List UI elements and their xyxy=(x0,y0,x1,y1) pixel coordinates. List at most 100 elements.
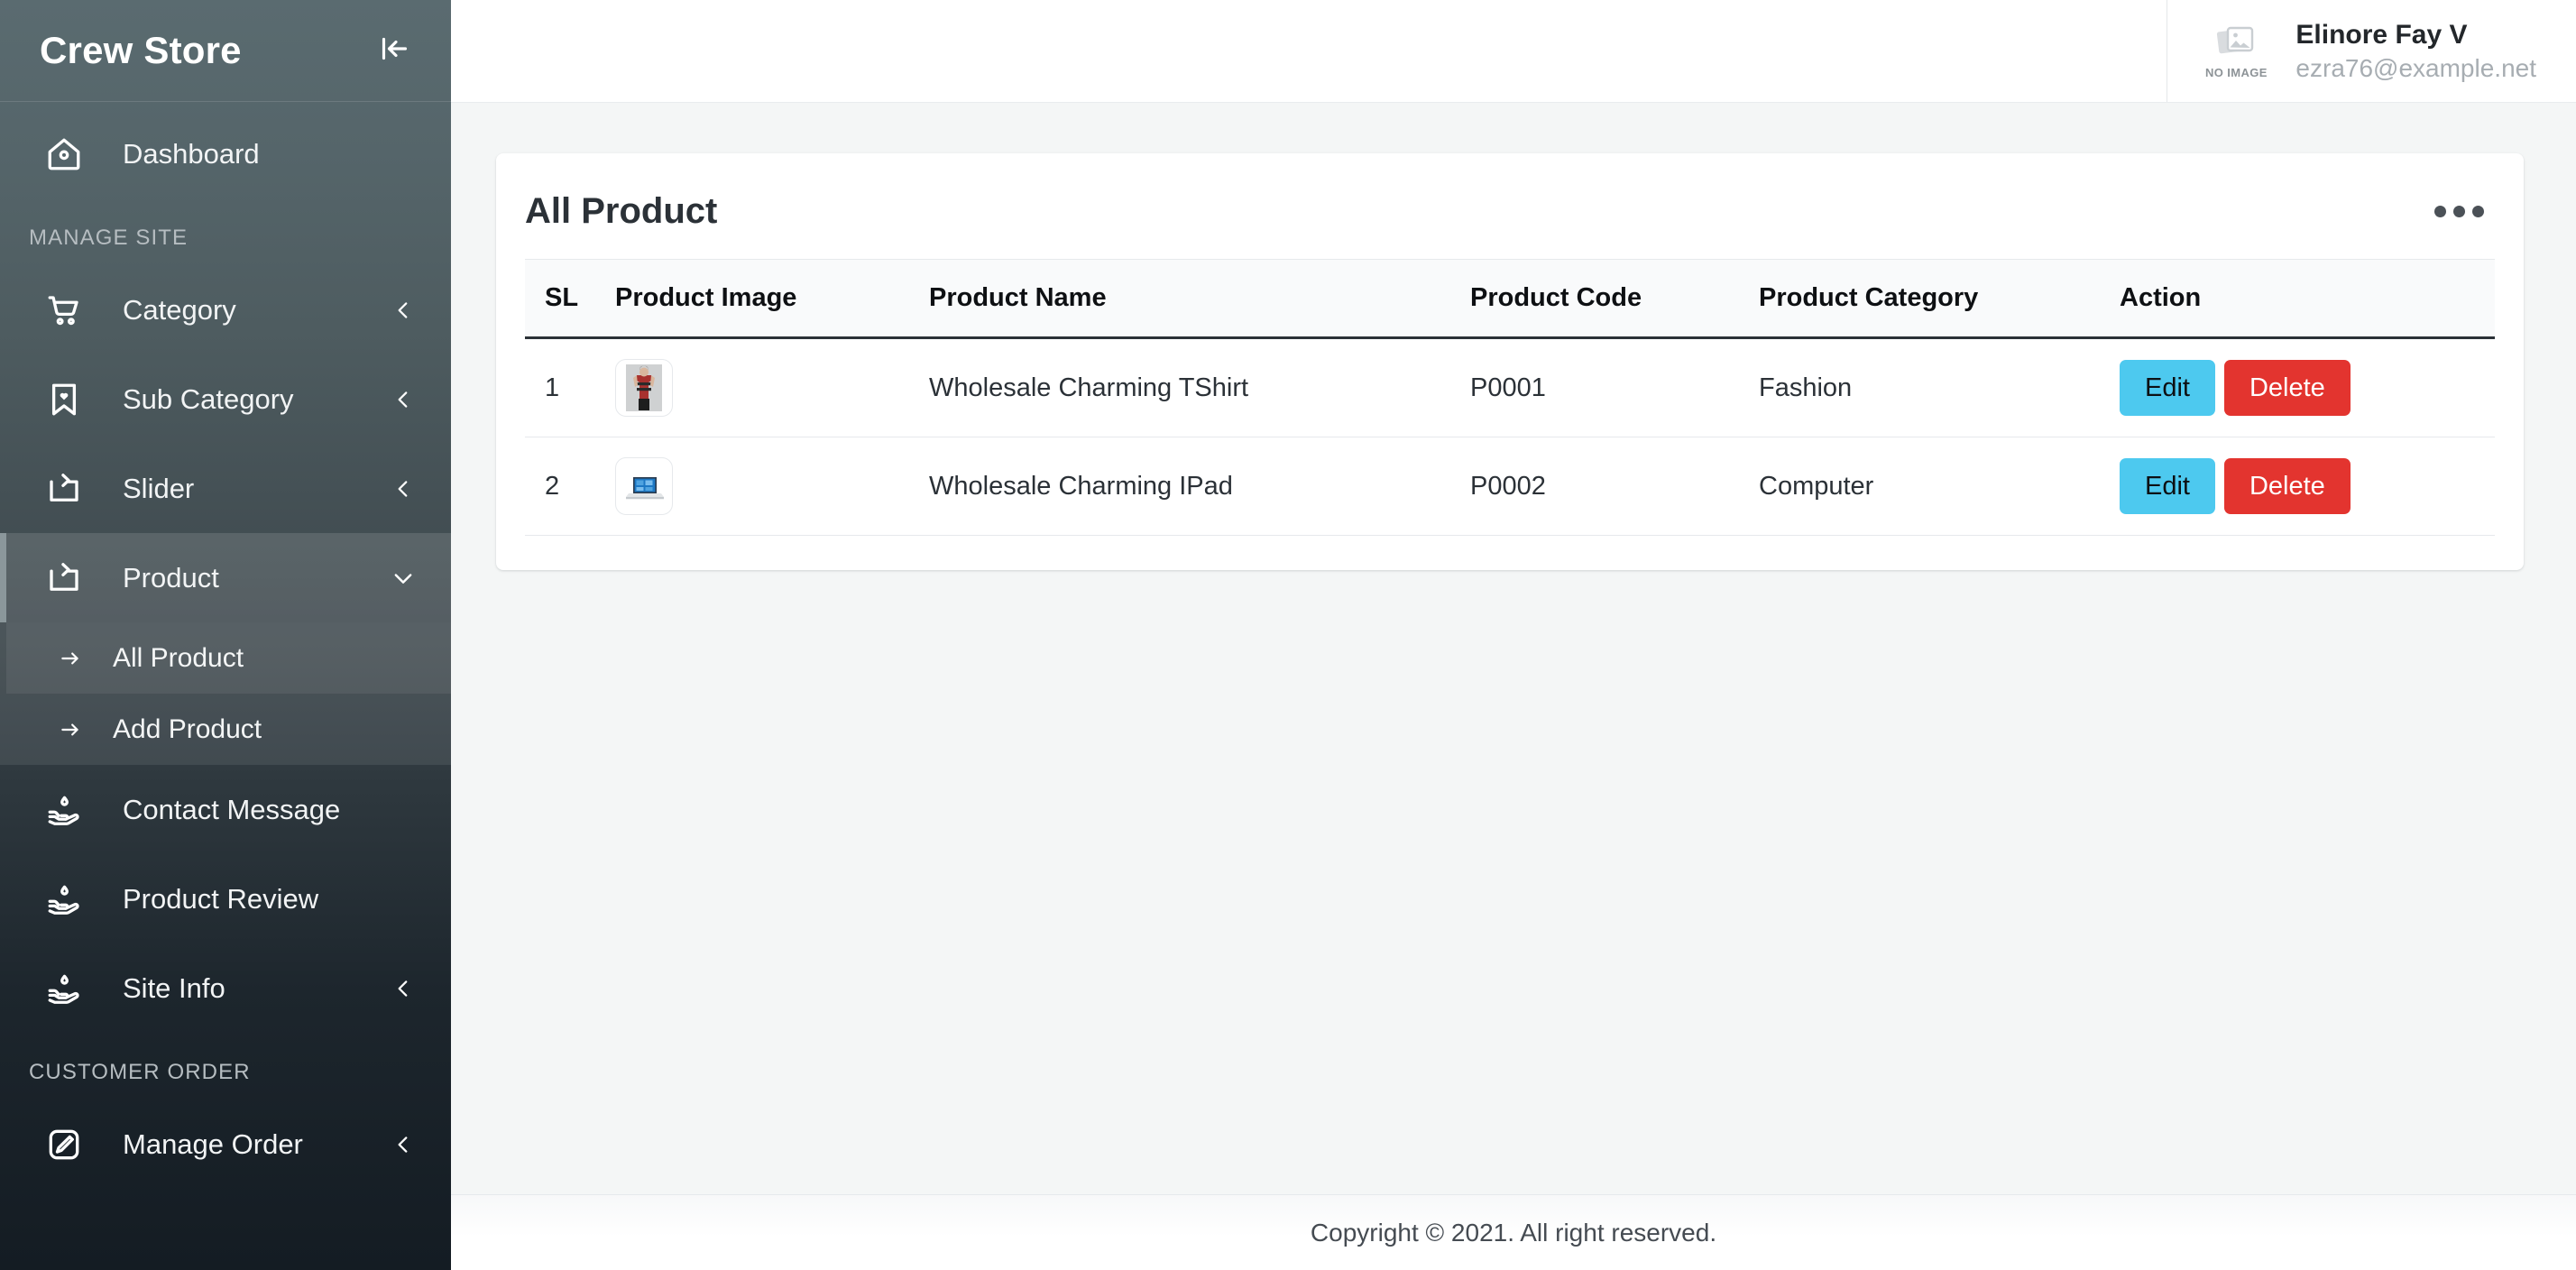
cell-product-name: Wholesale Charming IPad xyxy=(929,437,1470,536)
arrow-right-icon xyxy=(57,716,84,743)
chevron-left-icon xyxy=(390,975,417,1002)
app-root: Crew Store Dashboard MANAGE SITE Categor… xyxy=(0,0,2576,1270)
content-area: All Product SL Product Image Product Nam… xyxy=(451,103,2576,1194)
cell-product-name: Wholesale Charming TShirt xyxy=(929,337,1470,437)
sidebar-item-contact-message[interactable]: Contact Message xyxy=(0,765,451,854)
copyright-text: Copyright © 2021. All right reserved. xyxy=(1310,1218,1717,1247)
chevron-left-icon xyxy=(390,297,417,324)
sidebar-item-label: Product Review xyxy=(123,882,319,915)
shopping-cart-icon xyxy=(43,290,85,331)
kebab-dot xyxy=(2472,206,2484,217)
hand-drop-icon xyxy=(43,968,85,1009)
bookmark-heart-icon xyxy=(43,379,85,420)
cell-sl: 2 xyxy=(525,437,615,536)
footer: Copyright © 2021. All right reserved. xyxy=(451,1194,2576,1270)
delete-button[interactable]: Delete xyxy=(2223,457,2351,515)
chevron-left-icon xyxy=(390,1131,417,1158)
home-icon xyxy=(43,133,85,175)
table-body: 1 Wholesale Charming TShirt P0001 Fashio… xyxy=(525,337,2495,536)
kebab-menu-icon[interactable] xyxy=(2424,195,2495,228)
table-header-row: SL Product Image Product Name Product Co… xyxy=(525,259,2495,339)
column-header-category: Product Category xyxy=(1759,259,2120,339)
main-area: NO IMAGE Elinore Fay V ezra76@example.ne… xyxy=(451,0,2576,1270)
arrow-to-left-icon xyxy=(377,32,409,69)
laptop-thumbnail xyxy=(615,457,673,515)
avatar: NO IMAGE xyxy=(2202,17,2270,86)
sidebar-item-label: Dashboard xyxy=(123,137,260,170)
chevron-left-icon xyxy=(390,386,417,413)
cell-actions: Edit Delete xyxy=(2120,337,2495,437)
user-menu[interactable]: NO IMAGE Elinore Fay V ezra76@example.ne… xyxy=(2167,0,2576,102)
cell-product-category: Fashion xyxy=(1759,337,2120,437)
kebab-dot xyxy=(2453,206,2465,217)
image-placeholder-icon xyxy=(2215,23,2257,64)
column-header-code: Product Code xyxy=(1470,259,1759,339)
edit-button[interactable]: Edit xyxy=(2120,359,2215,417)
cell-product-image xyxy=(615,437,929,536)
cell-product-category: Computer xyxy=(1759,437,2120,536)
cell-actions: Edit Delete xyxy=(2120,437,2495,536)
sidebar-item-product-review[interactable]: Product Review xyxy=(0,854,451,943)
sidebar-item-label: Site Info xyxy=(123,971,225,1004)
sidebar-item-label: Manage Order xyxy=(123,1127,303,1160)
cell-product-image xyxy=(615,337,929,437)
sidebar-item-label: Contact Message xyxy=(123,793,341,825)
chevron-left-icon xyxy=(390,475,417,502)
products-table: SL Product Image Product Name Product Co… xyxy=(525,259,2495,536)
sidebar-item-category[interactable]: Category xyxy=(0,265,451,354)
sidebar-subitem-label: All Product xyxy=(113,642,244,673)
sidebar-submenu-product: All Product Add Product xyxy=(0,622,451,765)
sidebar-nav: Dashboard MANAGE SITE Category Sub Categ… xyxy=(0,102,451,1189)
user-meta: Elinore Fay V ezra76@example.net xyxy=(2295,20,2536,83)
column-header-name: Product Name xyxy=(929,259,1470,339)
hand-drop-icon xyxy=(43,879,85,920)
row-actions: Edit Delete xyxy=(2120,359,2495,417)
sidebar-item-dashboard[interactable]: Dashboard xyxy=(0,109,451,198)
table-head: SL Product Image Product Name Product Co… xyxy=(525,259,2495,339)
column-header-sl: SL xyxy=(525,259,615,339)
sidebar-section-customer-order: CUSTOMER ORDER xyxy=(29,1060,251,1084)
sidebar-item-label: Sub Category xyxy=(123,382,294,415)
card-header: All Product xyxy=(525,153,2495,259)
slider-share-icon xyxy=(43,557,85,599)
edit-square-icon xyxy=(43,1124,85,1165)
all-product-card: All Product SL Product Image Product Nam… xyxy=(496,153,2524,570)
brand-title: Crew Store xyxy=(40,29,242,71)
cell-sl: 1 xyxy=(525,337,615,437)
sidebar-item-label: Slider xyxy=(123,472,195,504)
chevron-down-icon xyxy=(390,565,417,592)
user-name: Elinore Fay V xyxy=(2295,19,2468,50)
sidebar-subitem-label: Add Product xyxy=(113,713,262,744)
edit-button[interactable]: Edit xyxy=(2120,457,2215,515)
slider-share-icon xyxy=(43,468,85,510)
hand-drop-icon xyxy=(43,789,85,831)
page-title: All Product xyxy=(525,191,718,231)
sidebar-item-add-product[interactable]: Add Product xyxy=(6,694,451,765)
sidebar: Crew Store Dashboard MANAGE SITE Categor… xyxy=(0,0,451,1270)
delete-button[interactable]: Delete xyxy=(2223,359,2351,417)
tshirt-model-thumbnail xyxy=(615,359,673,417)
row-actions: Edit Delete xyxy=(2120,457,2495,515)
arrow-right-icon xyxy=(57,645,84,672)
sidebar-section-manage-site: MANAGE SITE xyxy=(29,225,189,250)
sidebar-collapse-button[interactable] xyxy=(370,27,417,74)
kebab-dot xyxy=(2434,206,2446,217)
column-header-action: Action xyxy=(2120,259,2495,339)
sidebar-brand-bar: Crew Store xyxy=(0,0,451,102)
sidebar-item-slider[interactable]: Slider xyxy=(0,444,451,533)
cell-product-code: P0001 xyxy=(1470,337,1759,437)
sidebar-item-sub-category[interactable]: Sub Category xyxy=(0,354,451,444)
sidebar-item-site-info[interactable]: Site Info xyxy=(0,943,451,1033)
cell-product-code: P0002 xyxy=(1470,437,1759,536)
topbar: NO IMAGE Elinore Fay V ezra76@example.ne… xyxy=(451,0,2576,103)
table-row: 2 Wholesale Charming IPad P0002 Computer… xyxy=(525,437,2495,536)
avatar-placeholder-label: NO IMAGE xyxy=(2204,65,2268,79)
sidebar-item-manage-order[interactable]: Manage Order xyxy=(0,1100,451,1189)
sidebar-item-all-product[interactable]: All Product xyxy=(6,622,451,694)
sidebar-item-label: Category xyxy=(123,293,236,326)
sidebar-item-product[interactable]: Product xyxy=(0,533,451,622)
sidebar-item-label: Product xyxy=(123,561,219,594)
column-header-image: Product Image xyxy=(615,259,929,339)
user-email: ezra76@example.net xyxy=(2295,53,2536,82)
table-row: 1 Wholesale Charming TShirt P0001 Fashio… xyxy=(525,337,2495,437)
